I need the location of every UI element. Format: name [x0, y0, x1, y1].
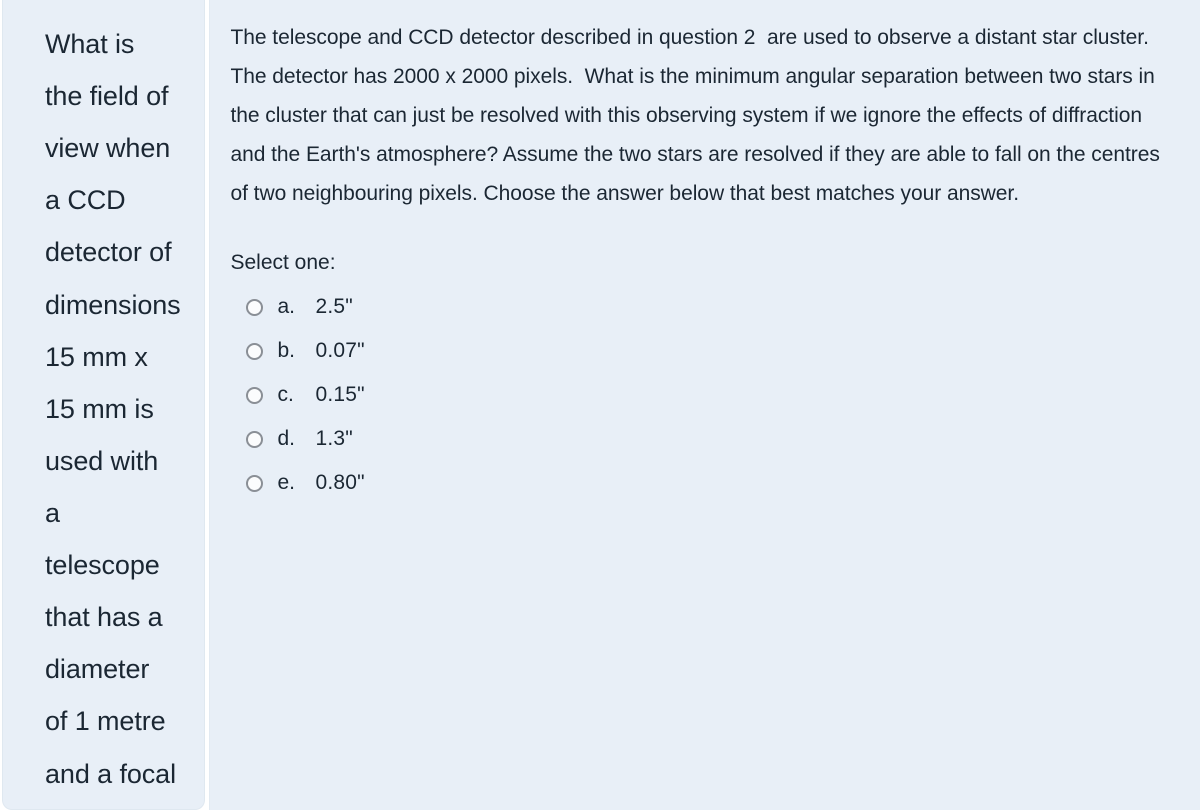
option-letter: e.	[277, 471, 295, 495]
left-question-text: What is the field of view when a CCD det…	[45, 29, 181, 789]
option-letter: c.	[277, 383, 294, 407]
right-option-a[interactable]: a. 2.5"	[246, 285, 1176, 329]
option-label: 0.15"	[315, 383, 365, 407]
right-option-c[interactable]: c. 0.15"	[246, 373, 1176, 417]
option-label: 1.3"	[315, 427, 353, 451]
right-question-panel: The telescope and CCD detector described…	[209, 0, 1200, 810]
radio-button-icon[interactable]	[246, 430, 264, 448]
right-option-e[interactable]: e. 0.80"	[246, 461, 1176, 505]
quiz-page: What is the field of view when a CCD det…	[0, 0, 1200, 810]
right-option-d[interactable]: d. 1.3"	[246, 417, 1176, 461]
radio-button-icon[interactable]	[246, 386, 264, 404]
option-letter: a.	[277, 295, 295, 319]
radio-button-icon[interactable]	[246, 342, 264, 360]
right-question-text: The telescope and CCD detector described…	[230, 26, 1166, 206]
option-label: 0.07"	[315, 339, 365, 363]
option-label: 2.5"	[315, 295, 353, 319]
option-letter: d.	[277, 427, 295, 451]
radio-button-icon[interactable]	[246, 298, 264, 316]
radio-button-icon[interactable]	[246, 474, 264, 492]
right-select-one-label: Select one:	[230, 251, 336, 275]
option-letter: b.	[277, 339, 295, 363]
right-options-list: a. 2.5" b. 0.07" c. 0.15" d. 1.3" e. 0.8…	[230, 285, 1176, 505]
left-question-card: What is the field of view when a CCD det…	[2, 0, 206, 810]
right-option-b[interactable]: b. 0.07"	[246, 329, 1176, 373]
option-label: 0.80"	[315, 471, 365, 495]
